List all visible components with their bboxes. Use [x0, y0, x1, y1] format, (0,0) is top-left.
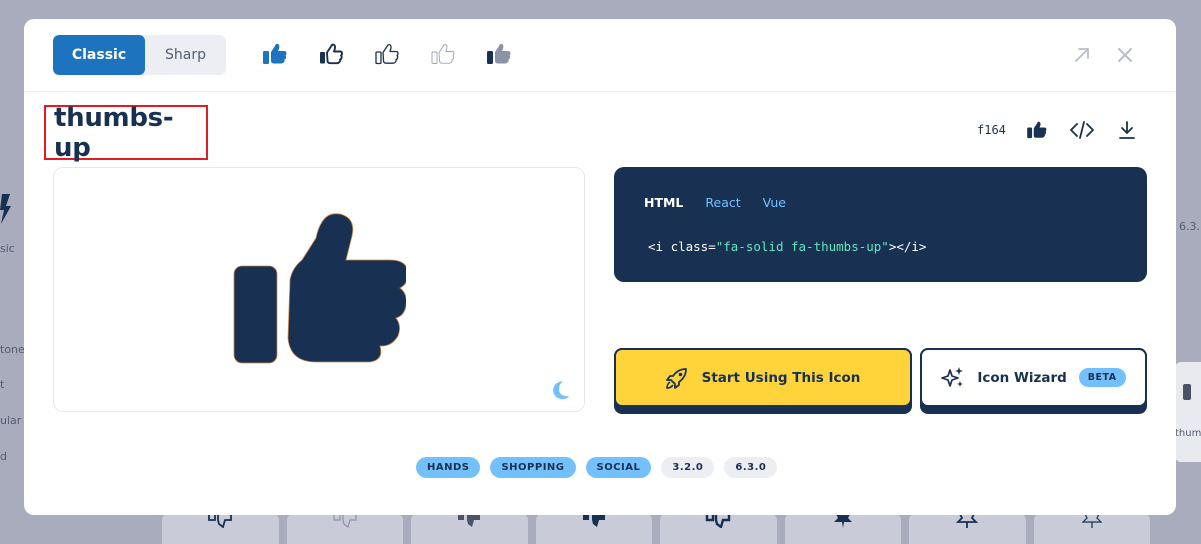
thumbs-up-icon: [233, 213, 406, 364]
icon-tags: HANDS SHOPPING SOCIAL 3.2.0 6.3.0: [416, 457, 778, 478]
background-label: d: [0, 450, 7, 463]
wizard-button-face: Icon Wizard BETA: [920, 348, 1147, 407]
version-tag: 3.2.0: [661, 457, 715, 478]
background-left-sidebar: sic tone t ular d: [0, 0, 25, 544]
background-label: sic: [0, 242, 15, 255]
beta-badge: BETA: [1078, 368, 1126, 387]
open-icon-page-button[interactable]: [1072, 45, 1092, 65]
category-tag-hands[interactable]: HANDS: [416, 457, 481, 478]
background-icon-tile: [660, 512, 777, 544]
close-icon: [1118, 48, 1132, 62]
icon-name-title: thumbs-up: [54, 102, 174, 163]
code-tabs: HTML React Vue: [644, 195, 786, 210]
solid-variant-button[interactable]: [262, 41, 287, 66]
thumbs-up-regular-icon: [319, 43, 343, 64]
background-label: ular: [0, 414, 22, 427]
sharp-style-button[interactable]: Sharp: [145, 35, 226, 75]
background-icon-tile: [909, 512, 1026, 544]
code-prefix: <i class=: [648, 239, 716, 254]
icon-wizard-button[interactable]: Icon Wizard BETA: [920, 348, 1147, 414]
copy-svg-button[interactable]: [1070, 118, 1094, 142]
thumbs-up-duotone-icon: [486, 43, 510, 64]
tab-html[interactable]: HTML: [644, 195, 683, 210]
close-modal-button[interactable]: [1115, 45, 1135, 65]
arrow-up-right-icon: [1075, 48, 1089, 62]
category-tag-shopping[interactable]: SHOPPING: [490, 457, 576, 478]
background-card-label: thumb: [1175, 428, 1201, 439]
thumbs-up-light-icon: [374, 43, 399, 64]
icon-preview-panel: [53, 167, 585, 412]
background-version-label: 6.3.: [1179, 220, 1200, 233]
light-variant-button[interactable]: [374, 41, 399, 66]
icon-title-highlight: thumbs-up: [44, 102, 208, 163]
sparkles-icon: [941, 366, 964, 387]
background-icon-tile: [535, 512, 652, 544]
code-snippet-panel: HTML React Vue <i class="fa-solid fa-thu…: [614, 167, 1147, 282]
code-suffix: ></i>: [888, 239, 927, 254]
category-tag-social[interactable]: SOCIAL: [585, 457, 652, 478]
tab-react[interactable]: React: [705, 195, 740, 210]
tab-vue[interactable]: Vue: [763, 195, 786, 210]
start-using-icon-button[interactable]: Start Using This Icon: [614, 348, 912, 414]
style-variant-picker: [262, 41, 511, 66]
classic-style-button[interactable]: Classic: [53, 35, 145, 75]
start-button-label: Start Using This Icon: [701, 369, 861, 386]
background-icon-grid: [162, 512, 1150, 544]
background-icon-card: thumb: [1175, 362, 1201, 462]
download-icon: [1119, 121, 1135, 139]
code-icon: [1070, 121, 1094, 139]
background-label: tone: [0, 343, 25, 356]
thumbs-up-thin-icon: [431, 43, 454, 64]
background-right-column: 6.3. thumb: [1175, 0, 1201, 544]
background-icon-tile: [286, 512, 403, 544]
modal-header: Classic Sharp: [24, 19, 1176, 92]
icon-detail-modal: Classic Sharp thumbs-up f164 HTML React …: [24, 19, 1176, 515]
thumbs-up-solid-icon: [262, 43, 286, 64]
duotone-variant-button[interactable]: [486, 41, 511, 66]
thin-variant-button[interactable]: [430, 41, 455, 66]
version-tag: 6.3.0: [724, 457, 778, 478]
start-button-face: Start Using This Icon: [614, 348, 912, 407]
background-icon-tile: [784, 512, 901, 544]
copy-glyph-button[interactable]: [1025, 118, 1049, 142]
thumbs-up-icon: [1183, 384, 1191, 400]
background-icon-tile: [162, 512, 279, 544]
download-button[interactable]: [1115, 118, 1139, 142]
rocket-icon: [665, 367, 687, 389]
background-icon-tile: [1033, 512, 1150, 544]
regular-variant-button[interactable]: [318, 41, 343, 66]
style-family-toggle: Classic Sharp: [53, 35, 226, 75]
unicode-value[interactable]: f164: [977, 123, 1006, 137]
moon-icon: [553, 381, 569, 399]
thumbs-up-icon: [1027, 121, 1047, 139]
code-string: "fa-solid fa-thumbs-up": [715, 239, 889, 254]
bolt-icon: [0, 194, 11, 224]
wizard-button-label: Icon Wizard: [977, 369, 1067, 386]
code-snippet[interactable]: <i class="fa-solid fa-thumbs-up"></i>: [648, 239, 926, 254]
background-icon-tile: [411, 512, 528, 544]
background-label: t: [0, 378, 5, 391]
